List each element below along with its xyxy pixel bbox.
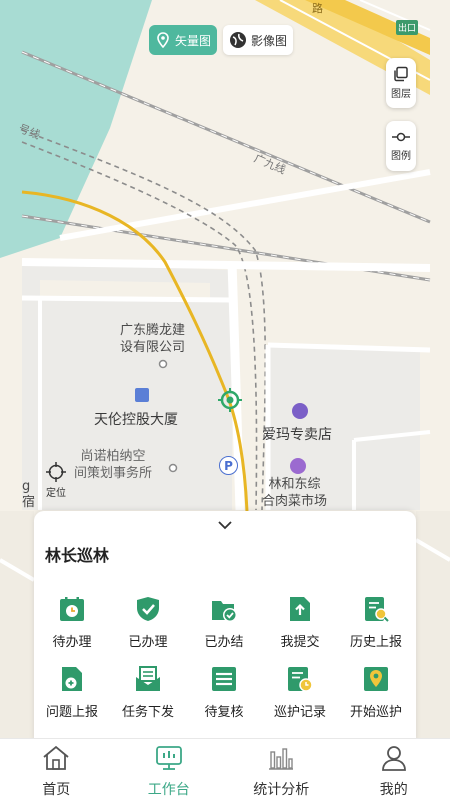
locate-button[interactable]: 定位: [38, 458, 74, 502]
grid-label-handled: 已办理: [128, 635, 168, 650]
grid-item-history[interactable]: 历史上报: [338, 595, 414, 657]
map-pin-icon: [157, 32, 169, 48]
grid-item-submitted[interactable]: 我提交: [262, 595, 338, 657]
panel-title: 林长巡林: [45, 546, 110, 565]
profile-icon: [381, 746, 406, 771]
current-location-marker-icon: [218, 388, 242, 412]
statistics-icon: [269, 748, 294, 770]
poi-linhe: 林和东综 合肉菜市场: [262, 477, 328, 509]
locate-label: 定位: [46, 487, 66, 499]
done-shield-icon: [137, 597, 159, 621]
market-marker-icon: [290, 458, 306, 474]
grid-label-patrol-record: 巡护记录: [273, 705, 326, 720]
layers-button[interactable]: 图层: [386, 58, 416, 108]
poi-aima: 爱玛专卖店: [262, 427, 332, 443]
vector-map-label: 矢量图: [175, 33, 212, 48]
grid-item-patrol-record[interactable]: 巡护记录: [262, 665, 338, 727]
task-dispatch-icon: [136, 666, 160, 691]
satellite-map-button[interactable]: 影像图: [223, 25, 294, 55]
grid-item-pending-review[interactable]: 待复核: [186, 665, 262, 727]
submit-upload-icon: [290, 597, 310, 621]
bottom-tab-bar: 首页 工作台 统计分析 我的: [0, 738, 450, 800]
grid-label-history: 历史上报: [349, 635, 402, 650]
poi-su: 宿: [22, 495, 36, 510]
shop-marker-icon: [292, 403, 308, 419]
app-screen: 广九线 号线 路 出口 广东腾龙建 设有限公司 天伦控股大厦 尚诺柏纳空 间策划…: [0, 0, 450, 800]
workbench-icon: [155, 746, 182, 770]
grid-item-todo[interactable]: 待办理: [34, 595, 110, 657]
grid-label-start-patrol: 开始巡护: [349, 705, 402, 720]
collapse-panel-button[interactable]: [215, 517, 235, 533]
history-report-search-icon: [365, 597, 389, 622]
road-label-highway: 路: [312, 2, 323, 15]
grid-label-todo: 待办理: [52, 635, 92, 650]
tab-label-statistics: 统计分析: [253, 782, 310, 798]
grid-item-issue-report[interactable]: 问题上报: [34, 665, 110, 727]
satellite-map-label: 影像图: [251, 33, 288, 48]
grid-item-task-dispatch[interactable]: 任务下发: [110, 665, 186, 727]
grid-item-handled[interactable]: 已办理: [110, 595, 186, 657]
patrol-panel: 林长巡林 待办理 已办理 已办结 我提交 历史上报 问题上报 任务下发 待复核 …: [34, 511, 416, 743]
start-patrol-location-icon: [364, 667, 388, 691]
grid-label-closed: 已办结: [204, 635, 244, 650]
grid-item-closed[interactable]: 已办结: [186, 595, 262, 657]
review-list-icon: [212, 667, 236, 691]
poi-shangnuo: 尚诺柏纳空 间策划事务所: [74, 449, 153, 481]
grid-label-pending-review: 待复核: [204, 705, 244, 720]
vector-map-button[interactable]: 矢量图: [149, 25, 218, 55]
legend-label: 图例: [391, 151, 411, 162]
tab-label-profile: 我的: [379, 782, 408, 798]
home-icon: [43, 745, 69, 770]
tab-home[interactable]: 首页: [0, 739, 113, 800]
poi-tengnong: 广东腾龙建 设有限公司: [120, 323, 186, 355]
parking-icon[interactable]: P: [219, 456, 238, 475]
tab-label-home: 首页: [42, 782, 71, 798]
layers-label: 图层: [391, 89, 411, 100]
tab-workbench[interactable]: 工作台: [113, 739, 226, 800]
closed-folder-check-icon: [212, 601, 237, 622]
issue-report-icon: [62, 667, 82, 691]
layers-icon: [394, 66, 408, 82]
grid-label-submitted: 我提交: [280, 635, 320, 650]
patrol-record-icon: [288, 667, 313, 692]
chevron-down-icon: [218, 521, 232, 530]
todo-clock-icon: [60, 597, 84, 621]
grid-label-issue-report: 问题上报: [45, 705, 98, 720]
map-type-toggle: 矢量图 影像图: [149, 25, 294, 55]
grid-item-start-patrol[interactable]: 开始巡护: [338, 665, 414, 727]
grid-label-task-dispatch: 任务下发: [121, 705, 174, 720]
poi-tianlun: 天伦控股大厦: [94, 412, 178, 428]
legend-icon: [392, 132, 410, 142]
crosshair-icon: [46, 461, 66, 482]
tab-profile[interactable]: 我的: [338, 739, 450, 800]
exit-label: 出口: [396, 20, 419, 35]
satellite-globe-icon: [230, 32, 247, 48]
legend-button[interactable]: 图例: [386, 121, 416, 171]
poi-edge-g: g: [22, 479, 31, 494]
tab-label-workbench: 工作台: [147, 782, 190, 798]
tab-statistics[interactable]: 统计分析: [225, 739, 338, 800]
